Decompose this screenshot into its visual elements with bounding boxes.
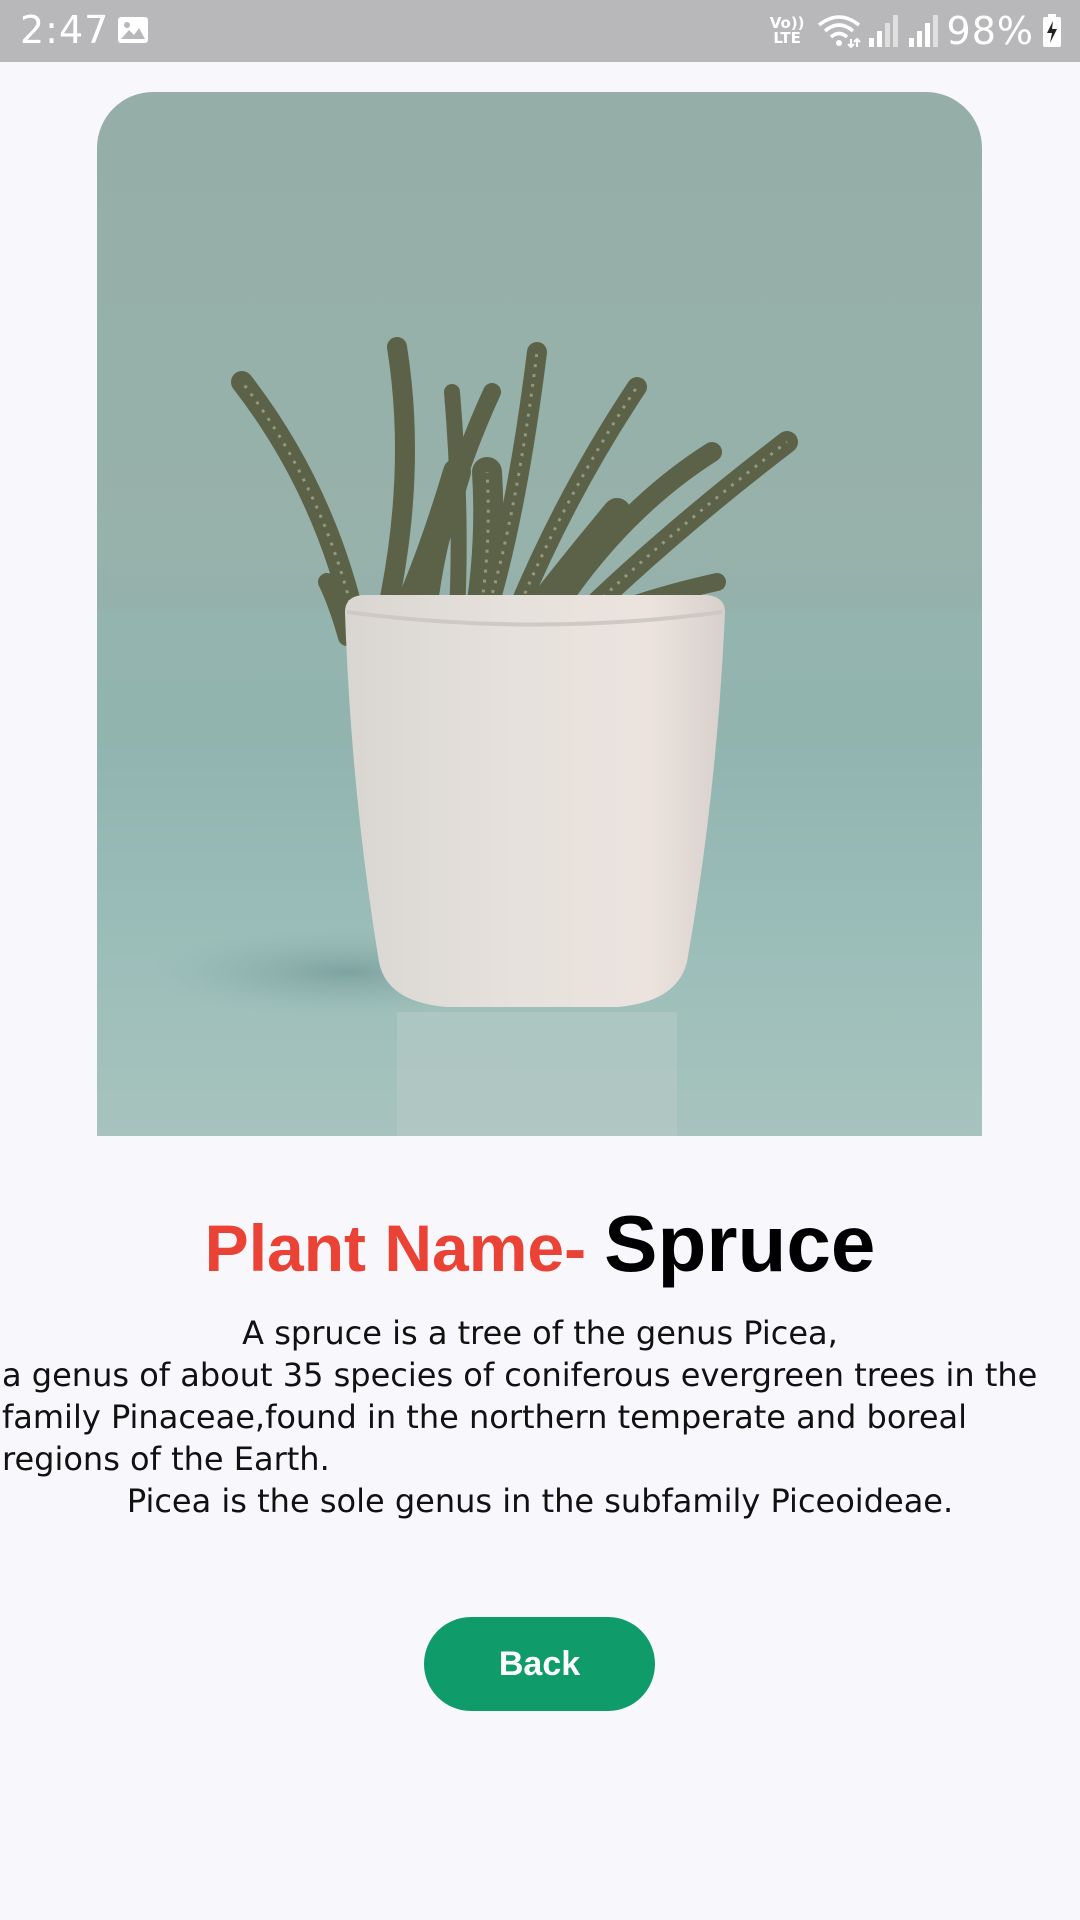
potted-plant-photo — [97, 337, 982, 1136]
status-time: 2:47 — [20, 8, 110, 52]
plant-description: A spruce is a tree of the genus Picea, a… — [0, 1312, 1080, 1522]
description-line: regions of the Earth. — [2, 1440, 330, 1478]
battery-charging-icon — [1043, 14, 1061, 47]
description-line: family Pinaceae,found in the northern te… — [2, 1398, 968, 1436]
plant-name-label: Plant Name- — [204, 1211, 587, 1285]
image-icon — [118, 17, 148, 43]
signal-icon — [868, 15, 898, 47]
plant-image — [97, 92, 982, 1136]
wifi-icon — [817, 15, 861, 49]
back-button[interactable]: Back — [424, 1617, 655, 1711]
description-line: A spruce is a tree of the genus Picea, — [242, 1314, 838, 1352]
description-line: Picea is the sole genus in the subfamily… — [126, 1482, 954, 1520]
signal-icon-2 — [908, 15, 938, 47]
description-line: a genus of about 35 species of coniferou… — [2, 1356, 1038, 1394]
status-icons: Vo)) LTE 98% — [770, 8, 1062, 54]
battery-percent: 98% — [946, 9, 1034, 53]
plant-title: Plant Name- Spruce — [0, 1198, 1080, 1290]
volte-icon: Vo)) LTE — [770, 16, 805, 46]
status-bar: 2:47 Vo)) LTE 98% — [0, 0, 1080, 62]
volte-bottom-text: LTE — [773, 29, 801, 47]
plant-name-value: Spruce — [604, 1199, 876, 1288]
